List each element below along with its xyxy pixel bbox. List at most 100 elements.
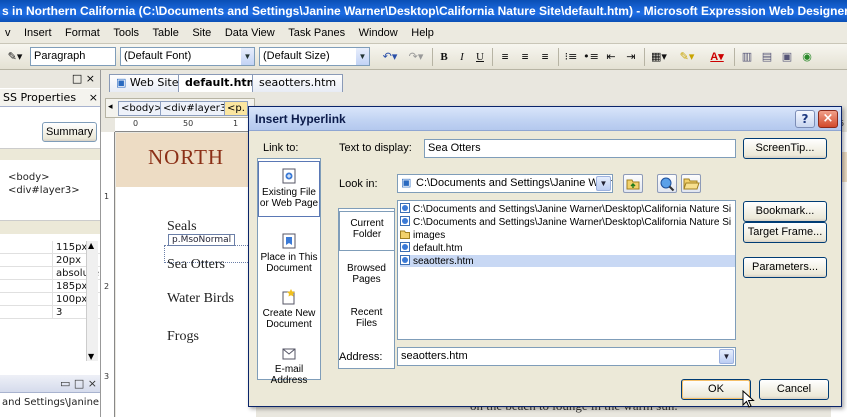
text-to-display-value: Sea Otters <box>428 142 481 154</box>
folder-icon <box>400 230 410 239</box>
menu-tools[interactable]: Tools <box>108 22 144 43</box>
summary-button[interactable]: Summary <box>42 122 97 142</box>
recent-files-option[interactable]: Recent Files <box>339 303 394 339</box>
nav-link-sea-otters[interactable]: Sea Otters <box>167 257 225 273</box>
align-right-icon[interactable]: ≡ <box>536 48 554 66</box>
nav-link-seals[interactable]: Seals <box>167 219 197 235</box>
style-dropdown-value: Paragraph <box>34 50 86 62</box>
ok-button[interactable]: OK <box>681 379 751 400</box>
tab-web-site[interactable]: ▣ Web Site <box>109 74 186 92</box>
undo-icon[interactable]: ↶▾ <box>378 48 402 66</box>
chevron-down-icon: ▼ <box>596 176 611 191</box>
paragraph-style-label: p.MsoNormal <box>168 234 236 246</box>
web-component-icon[interactable]: ◉ <box>798 48 816 66</box>
parameters-button[interactable]: Parameters... <box>743 257 827 278</box>
size-dropdown[interactable]: (Default Size) ▼ <box>259 47 370 66</box>
close-icon[interactable]: × <box>818 110 838 128</box>
nav-link-frogs[interactable]: Frogs <box>167 329 199 345</box>
panel-header: □ × <box>0 70 100 88</box>
close-icon[interactable]: × <box>89 89 98 107</box>
size-dropdown-value: (Default Size) <box>263 50 330 62</box>
align-left-icon[interactable]: ≡ <box>496 48 514 66</box>
text-to-display-label: Text to display: <box>339 142 412 154</box>
rule-tag-body[interactable]: <body> <box>8 172 50 184</box>
menu-window[interactable]: Window <box>354 22 403 43</box>
align-center-icon[interactable]: ≡ <box>516 48 534 66</box>
menu-format[interactable]: Format <box>60 22 105 43</box>
address-input[interactable]: seaotters.htm ▼ <box>397 347 736 366</box>
menu-data-view[interactable]: Data View <box>220 22 280 43</box>
current-folder-option[interactable]: Current Folder <box>339 211 394 251</box>
browse-file-button[interactable] <box>681 174 701 193</box>
menu-task-panes[interactable]: Task Panes <box>283 22 350 43</box>
folder-panel-controls[interactable]: ▭ □ × <box>60 375 97 393</box>
list-item[interactable]: seaotters.htm <box>400 255 735 267</box>
panel-divider <box>0 220 100 234</box>
layer-icon[interactable]: ▤ <box>758 48 776 66</box>
tab-seaotters-htm[interactable]: seaotters.htm <box>252 74 344 92</box>
target-frame-button[interactable]: Target Frame... <box>743 222 827 243</box>
list-item[interactable]: C:\Documents and Settings\Janine Warner\… <box>400 203 735 215</box>
decrease-indent-icon[interactable]: ⇤ <box>602 48 620 66</box>
increase-indent-icon[interactable]: ⇥ <box>622 48 640 66</box>
underline-button[interactable]: U <box>472 48 488 66</box>
toolbar-separator <box>644 48 645 66</box>
menu-view[interactable]: v <box>0 22 16 43</box>
file-name: default.htm <box>413 243 463 254</box>
browse-web-icon <box>660 177 675 192</box>
list-item[interactable]: default.htm <box>400 242 735 254</box>
scrollbar[interactable]: ▲ ▼ <box>86 241 98 361</box>
font-color-icon[interactable]: A▾ <box>704 48 730 66</box>
page-canvas[interactable]: NORTH Seals p.MsoNormal Sea Otters Water… <box>116 133 256 417</box>
browse-web-button[interactable] <box>657 174 677 193</box>
link-existing-file-label: Existing File or Web Page <box>259 187 319 209</box>
highlight-icon[interactable]: ✎▾ <box>674 48 700 66</box>
ruler-number: 1 <box>104 192 110 201</box>
style-dropdown[interactable]: Paragraph <box>30 47 116 66</box>
insert-table-icon[interactable]: ▥ <box>738 48 756 66</box>
numbered-list-icon[interactable]: ⁝≡ <box>562 48 580 66</box>
left-task-panes: □ × SS Properties × Summary <body> <div#… <box>0 70 101 417</box>
menu-insert[interactable]: Insert <box>19 22 57 43</box>
style-picker-icon[interactable]: ✎▾ <box>4 48 26 66</box>
up-one-folder-button[interactable] <box>623 174 643 193</box>
picture-icon[interactable]: ▣ <box>778 48 796 66</box>
link-create-new-document[interactable]: Create New Document <box>258 285 320 331</box>
help-icon[interactable]: ? <box>795 110 815 128</box>
prop-value: 20px <box>56 255 81 266</box>
link-place-in-document-label: Place in This Document <box>260 252 318 274</box>
link-existing-file[interactable]: Existing File or Web Page <box>258 161 320 217</box>
css-properties-tab[interactable]: SS Properties × <box>0 89 100 107</box>
italic-button[interactable]: I <box>454 48 470 66</box>
font-dropdown[interactable]: (Default Font) ▼ <box>120 47 255 66</box>
quick-tag-body[interactable]: <body> <box>118 101 166 116</box>
screentip-button[interactable]: ScreenTip... <box>743 138 827 159</box>
redo-icon[interactable]: ↷▾ <box>404 48 428 66</box>
bulleted-list-icon[interactable]: •≡ <box>582 48 600 66</box>
file-name: images <box>413 230 446 241</box>
folder-path[interactable]: and Settings\Janine W <box>2 397 100 409</box>
scroll-left-icon[interactable]: ◂ <box>108 102 113 112</box>
scroll-up-icon[interactable]: ▲ <box>88 241 94 250</box>
borders-icon[interactable]: ▦▾ <box>648 48 670 66</box>
menu-site[interactable]: Site <box>187 22 216 43</box>
bookmark-button[interactable]: Bookmark... <box>743 201 827 222</box>
nav-link-water-birds[interactable]: Water Birds <box>167 291 234 307</box>
menu-help[interactable]: Help <box>406 22 439 43</box>
panel-controls[interactable]: □ × <box>72 70 95 88</box>
browsed-pages-option[interactable]: Browsed Pages <box>339 259 394 295</box>
list-item[interactable]: C:\Documents and Settings\Janine Warner\… <box>400 216 735 228</box>
scroll-down-icon[interactable]: ▼ <box>88 352 94 361</box>
text-to-display-input[interactable]: Sea Otters <box>424 139 736 158</box>
tab-web-site-label: Web Site <box>129 76 179 89</box>
email-icon <box>282 348 296 360</box>
link-email-address[interactable]: E-mail Address <box>258 343 320 386</box>
bold-button[interactable]: B <box>436 48 452 66</box>
menu-table[interactable]: Table <box>148 22 184 43</box>
rule-tag-div[interactable]: <div#layer3> <box>8 185 80 197</box>
cancel-button[interactable]: Cancel <box>759 379 829 400</box>
list-item[interactable]: images <box>400 229 735 241</box>
link-place-in-document[interactable]: Place in This Document <box>258 229 320 275</box>
quick-tag-p[interactable]: <p. <box>224 101 248 116</box>
look-in-dropdown[interactable]: ▣ C:\Documents and Settings\Janine Warne… <box>397 174 613 193</box>
